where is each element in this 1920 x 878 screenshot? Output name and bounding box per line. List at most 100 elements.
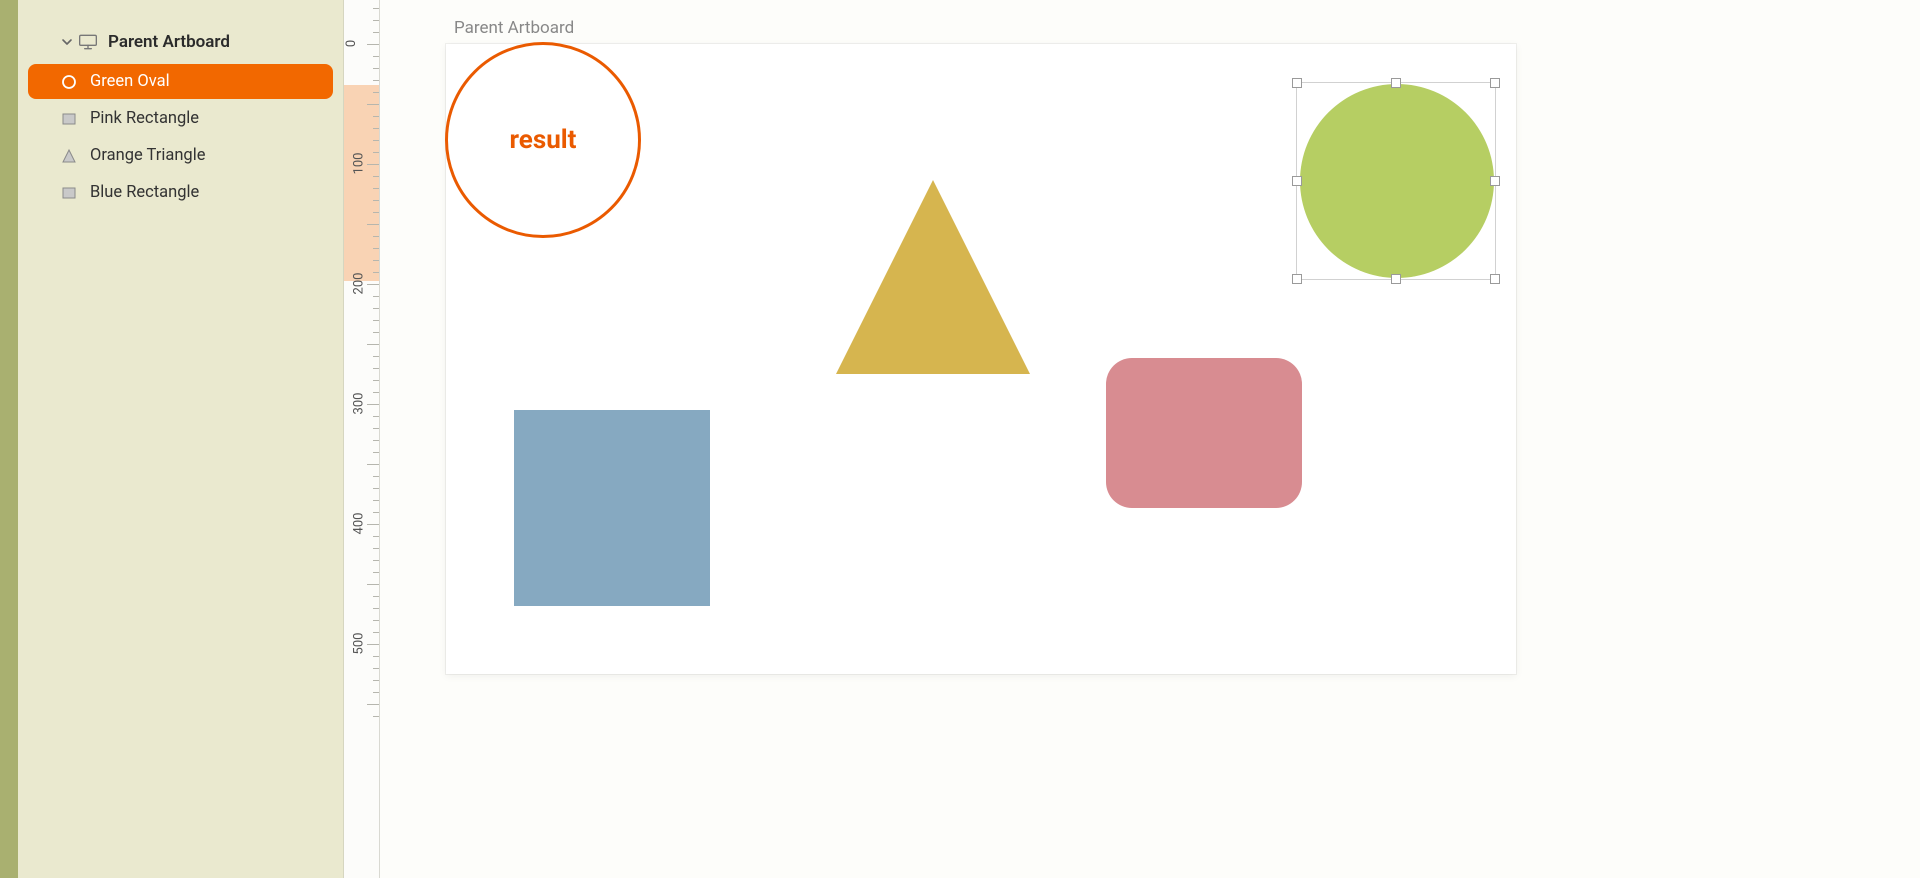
ruler-tick (373, 476, 379, 477)
ruler-tick (373, 488, 379, 489)
ruler-tick (367, 284, 379, 285)
artboard-icon (78, 34, 98, 50)
resize-handle-n[interactable] (1391, 78, 1401, 88)
ruler-tick (373, 536, 379, 537)
layer-item-pink-rectangle[interactable]: Pink Rectangle (28, 101, 333, 136)
ruler-tick (373, 356, 379, 357)
ruler-tick (373, 620, 379, 621)
resize-handle-nw[interactable] (1292, 78, 1302, 88)
ruler-tick (373, 176, 379, 177)
layer-item-label: Pink Rectangle (90, 109, 199, 128)
ruler-tick (367, 404, 379, 405)
ruler-tick (373, 260, 379, 261)
ruler-tick (373, 632, 379, 633)
ruler-tick (367, 224, 379, 225)
ruler-tick (373, 416, 379, 417)
ruler-tick (373, 428, 379, 429)
ruler-tick (373, 116, 379, 117)
artboard-canvas-label[interactable]: Parent Artboard (454, 18, 574, 38)
ruler-tick (373, 608, 379, 609)
circle-icon (60, 73, 78, 91)
ruler-label: 400 (351, 513, 366, 535)
ruler-tick (373, 248, 379, 249)
ruler-tick (373, 200, 379, 201)
ruler-tick (367, 704, 379, 705)
triangle-icon (60, 147, 78, 165)
resize-handle-w[interactable] (1292, 176, 1302, 186)
ruler-label: 300 (351, 393, 366, 415)
ruler-tick (373, 668, 379, 669)
ruler-tick (373, 368, 379, 369)
ruler-label: 500 (351, 633, 366, 655)
ruler-tick (373, 236, 379, 237)
ruler-tick (367, 584, 379, 585)
ruler-tick (373, 332, 379, 333)
ruler-tick (373, 92, 379, 93)
ruler-label: 0 (344, 40, 359, 47)
layer-item-orange-triangle[interactable]: Orange Triangle (28, 138, 333, 173)
ruler-tick (367, 104, 379, 105)
ruler-tick (373, 452, 379, 453)
shape-blue-rectangle[interactable] (514, 410, 710, 606)
ruler-label: 100 (351, 153, 366, 175)
shape-pink-rectangle[interactable] (1106, 358, 1302, 508)
ruler-tick (373, 560, 379, 561)
canvas[interactable]: Parent Artboard result (380, 0, 1920, 878)
vertical-ruler[interactable]: 0 100 200 300 400 500 (344, 0, 380, 878)
ruler-tick (373, 380, 379, 381)
ruler-tick (367, 464, 379, 465)
resize-handle-e[interactable] (1490, 176, 1500, 186)
layer-item-label: Blue Rectangle (90, 183, 199, 202)
annotation-callout-label: result (510, 125, 577, 155)
ruler-tick (373, 188, 379, 189)
ruler-tick (373, 656, 379, 657)
ruler-tick (373, 596, 379, 597)
ruler-tick (373, 572, 379, 573)
resize-handle-ne[interactable] (1490, 78, 1500, 88)
ruler-tick (373, 32, 379, 33)
ruler-tick (373, 212, 379, 213)
annotation-callout-circle: result (445, 42, 641, 238)
layers-panel: Parent Artboard Green Oval Pink Rectangl… (18, 0, 344, 878)
ruler-tick (373, 320, 379, 321)
ruler-tick (367, 644, 379, 645)
ruler-tick (373, 692, 379, 693)
ruler-tick (373, 152, 379, 153)
ruler-tick (373, 80, 379, 81)
ruler-selection-highlight (344, 85, 379, 281)
ruler-tick (373, 8, 379, 9)
artboard-header-row[interactable]: Parent Artboard (18, 24, 343, 60)
layer-item-blue-rectangle[interactable]: Blue Rectangle (28, 175, 333, 210)
ruler-tick (373, 272, 379, 273)
ruler-tick (373, 68, 379, 69)
ruler-tick (373, 296, 379, 297)
window-edge-strip (0, 0, 18, 878)
shape-orange-triangle[interactable] (836, 180, 1030, 374)
resize-handle-se[interactable] (1490, 274, 1500, 284)
ruler-tick (367, 344, 379, 345)
chevron-down-icon[interactable] (60, 35, 74, 49)
resize-handle-sw[interactable] (1292, 274, 1302, 284)
rectangle-icon (60, 184, 78, 202)
ruler-tick (373, 716, 379, 717)
ruler-tick (367, 164, 379, 165)
ruler-tick (373, 56, 379, 57)
ruler-tick (373, 20, 379, 21)
resize-handle-s[interactable] (1391, 274, 1401, 284)
ruler-tick (373, 392, 379, 393)
ruler-tick (373, 440, 379, 441)
ruler-tick (373, 512, 379, 513)
rectangle-icon (60, 110, 78, 128)
layer-item-green-oval[interactable]: Green Oval (28, 64, 333, 99)
artboard-title: Parent Artboard (108, 32, 230, 52)
ruler-tick (373, 548, 379, 549)
ruler-tick (373, 680, 379, 681)
ruler-tick (373, 140, 379, 141)
layer-item-label: Green Oval (90, 72, 170, 91)
ruler-tick (367, 44, 379, 45)
selection-bounding-box[interactable] (1296, 82, 1496, 280)
ruler-label: 200 (351, 273, 366, 295)
ruler-tick (373, 308, 379, 309)
layer-item-label: Orange Triangle (90, 146, 205, 165)
ruler-tick (367, 524, 379, 525)
